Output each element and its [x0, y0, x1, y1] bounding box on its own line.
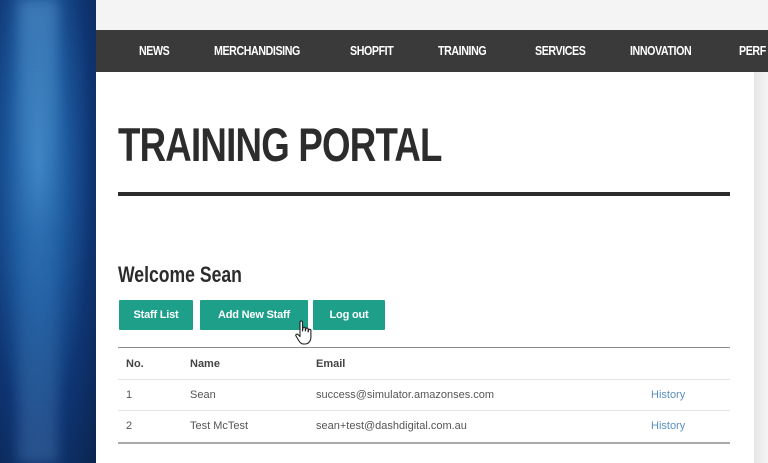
page-title: TRAINING PORTAL — [118, 118, 442, 171]
table-top-rule — [118, 347, 730, 348]
hand-pointer-icon — [295, 320, 312, 345]
history-link[interactable]: History — [651, 411, 685, 441]
table-row: 2 Test McTest sean+test@dashdigital.com.… — [118, 411, 730, 441]
main-content: TRAINING PORTAL Welcome Sean Staff List … — [96, 72, 754, 463]
cell-email: sean+test@dashdigital.com.au — [316, 420, 467, 432]
cell-email: success@simulator.amazonses.com — [316, 389, 495, 401]
log-out-button[interactable]: Log out — [313, 300, 385, 330]
col-header-name: Name — [190, 358, 220, 370]
top-strip — [96, 0, 768, 30]
nav-item-services[interactable]: SERVICES — [535, 30, 586, 72]
main-nav: NEWS MERCHANDISING SHOPFIT TRAINING SERV… — [96, 30, 768, 72]
content-edge — [754, 72, 768, 463]
nav-item-perf[interactable]: PERF — [739, 30, 766, 72]
table-bottom-rule — [118, 442, 730, 444]
nav-item-merchandising[interactable]: MERCHANDISING — [214, 30, 300, 72]
cell-name: Test McTest — [190, 420, 249, 432]
add-new-staff-button[interactable]: Add New Staff — [200, 300, 308, 330]
nav-item-shopfit[interactable]: SHOPFIT — [350, 30, 394, 72]
table-header-row: No. Name Email — [118, 349, 730, 379]
background-highlight — [18, 0, 58, 463]
nav-item-news[interactable]: NEWS — [139, 30, 170, 72]
cell-no: 2 — [126, 420, 133, 432]
title-divider — [118, 192, 730, 196]
col-header-email: Email — [316, 358, 346, 370]
staff-list-button[interactable]: Staff List — [119, 300, 193, 330]
cell-no: 1 — [126, 389, 133, 401]
cell-name: Sean — [190, 389, 216, 401]
col-header-no: No. — [126, 358, 144, 370]
nav-item-training[interactable]: TRAINING — [438, 30, 487, 72]
table-row: 1 Sean success@simulator.amazonses.com H… — [118, 380, 730, 410]
history-link[interactable]: History — [651, 380, 685, 410]
welcome-heading: Welcome Sean — [118, 262, 242, 287]
nav-item-innovation[interactable]: INNOVATION — [630, 30, 692, 72]
